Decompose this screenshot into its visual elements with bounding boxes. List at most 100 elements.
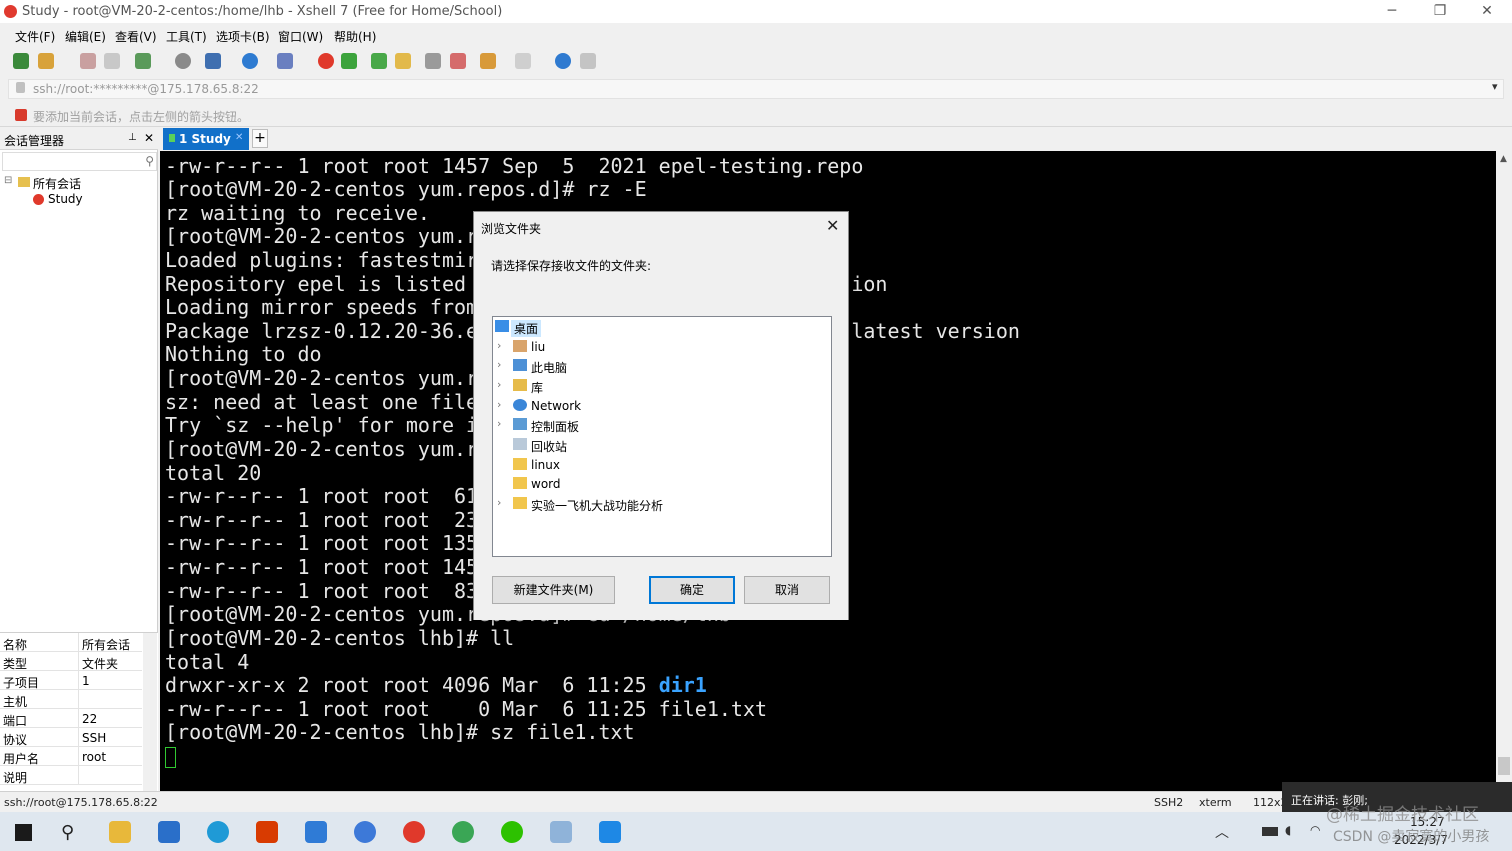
xftp-icon[interactable] <box>341 53 357 69</box>
feishu-icon[interactable] <box>305 821 327 843</box>
xshell-taskbar-icon[interactable] <box>403 821 425 843</box>
tree-item-study[interactable]: Study <box>48 192 83 206</box>
session-icon <box>33 194 44 205</box>
windows-start-icon[interactable] <box>15 824 32 841</box>
terminal-line: total 20 <box>165 461 262 485</box>
compose-icon[interactable] <box>480 53 496 69</box>
expand-arrow-icon[interactable]: › <box>497 378 501 391</box>
properties-scrollbar[interactable] <box>143 633 157 792</box>
help-icon[interactable] <box>555 53 571 69</box>
folder-item-liu[interactable]: › liu <box>493 337 831 356</box>
search-icon[interactable]: ⚲ <box>145 154 154 168</box>
search-icon[interactable]: ⚲ <box>61 822 74 843</box>
folder-item-linux[interactable]: linux <box>493 455 831 474</box>
tray-chevron-icon[interactable]: ︿ <box>1215 822 1229 842</box>
chrome-icon[interactable] <box>452 821 474 843</box>
restore-button[interactable]: ❐ <box>1420 2 1460 22</box>
prop-row: 协议 SSH <box>0 728 142 747</box>
prop-row: 用户名 root <box>0 747 142 766</box>
pin-icon[interactable]: ⊥ <box>128 132 137 143</box>
new-folder-button[interactable]: 新建文件夹(M) <box>492 576 615 604</box>
terminal-scrollbar[interactable]: ▲ <box>1496 151 1512 791</box>
xshell-icon[interactable] <box>318 53 334 69</box>
ok-button[interactable]: 确定 <box>649 576 735 604</box>
terminal-line: -rw-r--r-- 1 root root 23 <box>165 508 479 532</box>
recycle-bin-icon <box>513 438 527 450</box>
globe-icon[interactable] <box>242 53 258 69</box>
tab-close-icon[interactable]: ✕ <box>235 132 243 143</box>
file-explorer-icon[interactable] <box>109 821 131 843</box>
expand-arrow-icon[interactable]: › <box>497 339 501 352</box>
folder-item-network[interactable]: › Network <box>493 396 831 415</box>
folder-tree[interactable]: 桌面 › liu › 此电脑 › 库 › Network › 控制面板 回收站 … <box>492 316 832 557</box>
sidebar-close-icon[interactable]: ✕ <box>144 131 154 145</box>
expand-arrow-icon[interactable]: › <box>497 496 501 509</box>
fullscreen-icon[interactable] <box>371 53 387 69</box>
minimize-button[interactable]: ─ <box>1372 2 1412 22</box>
expand-arrow-icon[interactable]: › <box>497 358 501 371</box>
tab-study[interactable]: 1 Study ✕ <box>163 128 249 150</box>
layout-icon[interactable] <box>205 53 221 69</box>
meeting-icon[interactable] <box>599 821 621 843</box>
terminal-line: -rw-r--r-- 1 root root 1457 Sep 5 2021 e… <box>165 154 864 178</box>
add-tab-button[interactable]: + <box>252 129 268 148</box>
mail-icon[interactable] <box>158 821 180 843</box>
folder-item-recycle-bin[interactable]: 回收站 <box>493 435 831 454</box>
folder-icon <box>513 458 527 470</box>
volume-icon[interactable]: ◖ <box>1285 823 1291 837</box>
font-icon[interactable] <box>277 53 293 69</box>
session-search-input[interactable]: ⚲ <box>2 152 157 171</box>
address-dropdown-icon[interactable]: ▾ <box>1492 80 1498 93</box>
close-button[interactable]: ✕ <box>1467 2 1507 22</box>
wifi-icon[interactable]: ◠ <box>1310 823 1320 837</box>
tree-expander-icon[interactable]: ⊟ <box>4 175 12 186</box>
terminal-line: [root@VM-20-2-centos lhb]# ll <box>165 626 515 650</box>
status-protocol: SSH2 <box>1154 796 1184 809</box>
cancel-button[interactable]: 取消 <box>744 576 830 604</box>
keyboard-icon[interactable] <box>425 53 441 69</box>
reconnect-icon[interactable] <box>80 53 96 69</box>
terminal-line: -rw-r--r-- 1 root root 83 <box>165 579 479 603</box>
clock-app-icon[interactable] <box>354 821 376 843</box>
wechat-icon[interactable] <box>501 821 523 843</box>
browser-icon[interactable] <box>207 821 229 843</box>
expand-arrow-icon[interactable]: › <box>497 417 501 430</box>
expand-arrow-icon[interactable]: › <box>497 398 501 411</box>
folder-item-experiment[interactable]: › 实验一飞机大战功能分析 <box>493 494 831 513</box>
new-session-icon[interactable] <box>13 53 29 69</box>
battery-icon[interactable] <box>1262 827 1278 836</box>
menu-tools[interactable]: 工具(T) <box>166 28 207 45</box>
tree-item-all-sessions[interactable]: 所有会话 <box>33 175 81 192</box>
session-hint-bar: 要添加当前会话，点击左侧的箭头按钮。 <box>0 103 1512 127</box>
folder-item-word[interactable]: word <box>493 474 831 493</box>
find-icon[interactable] <box>175 53 191 69</box>
menu-help[interactable]: 帮助(H) <box>334 28 376 45</box>
lock-icon[interactable] <box>395 53 411 69</box>
disconnect-icon[interactable] <box>104 53 120 69</box>
bookmark-icon[interactable] <box>15 109 27 121</box>
folder-item-desktop[interactable]: 桌面 <box>493 317 831 337</box>
xshell-logo-icon <box>4 5 17 18</box>
menu-window[interactable]: 窗口(W) <box>278 28 323 45</box>
scroll-thumb[interactable] <box>1498 757 1510 775</box>
scroll-up-icon[interactable]: ▲ <box>1500 154 1507 164</box>
menu-edit[interactable]: 编辑(E) <box>65 28 106 45</box>
chat-icon[interactable] <box>580 53 596 69</box>
dialog-close-icon[interactable]: ✕ <box>826 216 839 235</box>
folder-icon <box>18 177 30 187</box>
folder-item-this-pc[interactable]: › 此电脑 <box>493 356 831 375</box>
tab-bar: 1 Study ✕ + <box>160 128 1512 150</box>
editor-icon[interactable] <box>550 821 572 843</box>
folder-item-control-panel[interactable]: › 控制面板 <box>493 415 831 434</box>
address-input[interactable]: ssh://root:*********@175.178.65.8:22 <box>8 79 1504 99</box>
menu-tabs[interactable]: 选项卡(B) <box>216 28 270 45</box>
menu-file[interactable]: 文件(F) <box>15 28 55 45</box>
taskbar: ⚲ ︿ ◖ ◠ 15:27 2022/3/7 @稀土掘金技术社区 CSDN @卖… <box>0 805 1512 851</box>
open-folder-icon[interactable] <box>38 53 54 69</box>
menu-view[interactable]: 查看(V) <box>115 28 157 45</box>
tile-icon[interactable] <box>515 53 531 69</box>
folder-item-library[interactable]: › 库 <box>493 376 831 395</box>
script-icon[interactable] <box>450 53 466 69</box>
office-icon[interactable] <box>256 821 278 843</box>
transfer-icon[interactable] <box>135 53 151 69</box>
